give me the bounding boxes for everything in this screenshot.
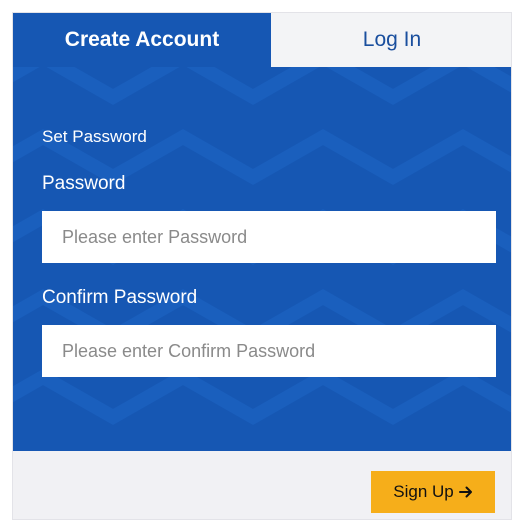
create-account-card: Create Account Log In Set Password Passw…	[12, 12, 512, 520]
confirm-password-label: Confirm Password	[42, 287, 198, 308]
section-title: Set Password	[42, 127, 147, 146]
tab-log-in-label: Log In	[362, 28, 422, 51]
confirm-password-input[interactable]	[42, 325, 496, 377]
sign-up-label: Sign Up	[393, 482, 454, 501]
form-footer: Sign Up	[13, 451, 511, 519]
auth-tabs: Create Account Log In	[13, 13, 511, 67]
sign-up-button[interactable]: Sign Up	[371, 471, 495, 513]
tab-create-account[interactable]: Create Account	[13, 13, 271, 67]
tab-create-account-label: Create Account	[64, 28, 220, 51]
tab-log-in[interactable]: Log In	[271, 13, 511, 67]
arrow-right-icon	[458, 485, 473, 499]
password-input[interactable]	[42, 211, 496, 263]
form-panel: Set Password Password Confirm Password	[13, 67, 511, 451]
password-label: Password	[42, 173, 126, 194]
